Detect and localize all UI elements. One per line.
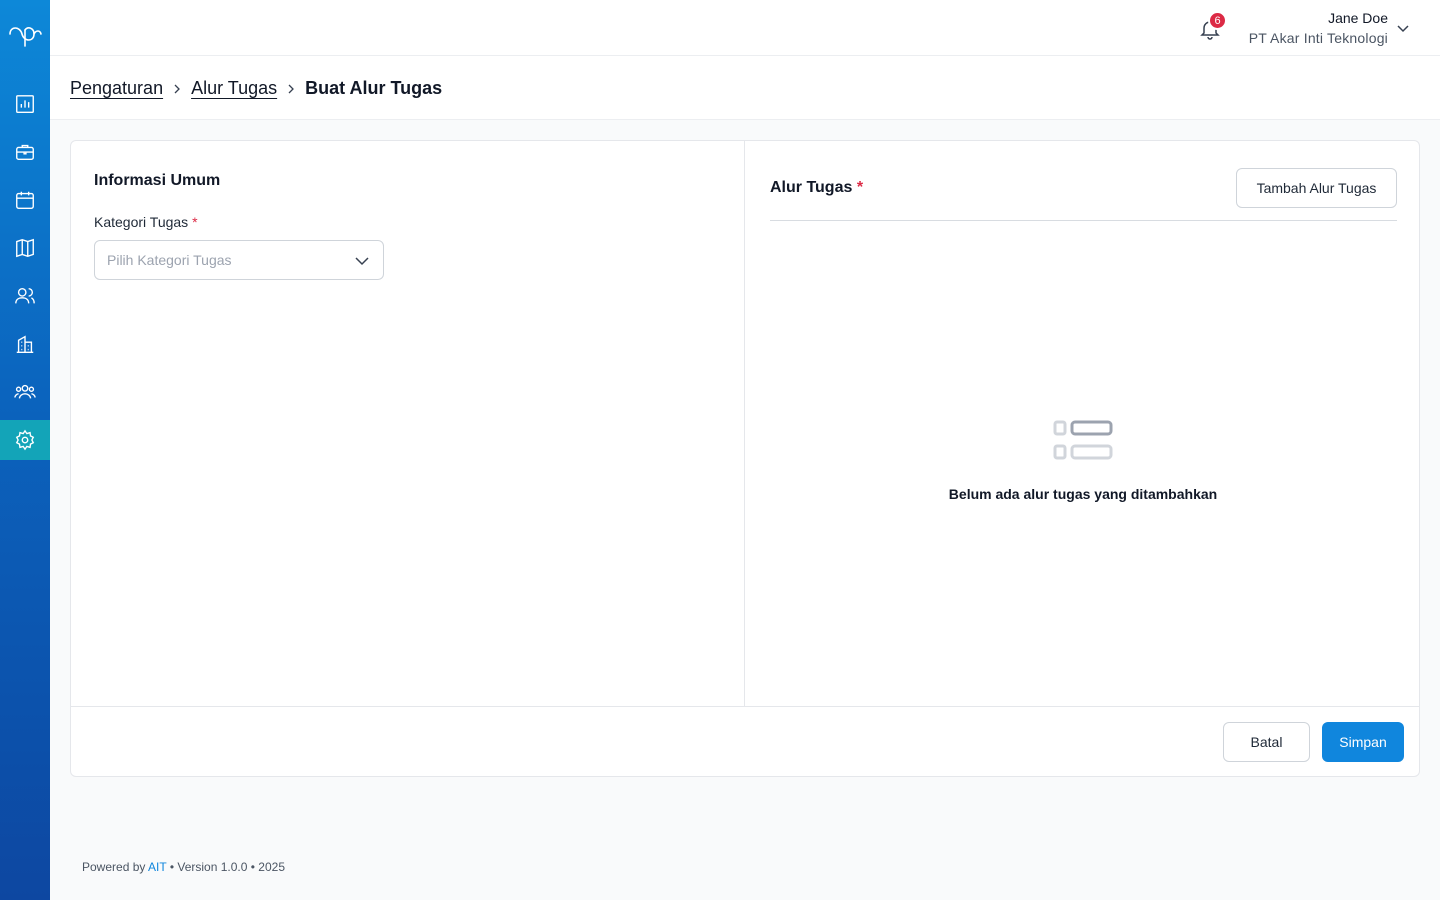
sidebar-item-map[interactable] [0, 228, 50, 268]
chart-icon [16, 95, 34, 113]
user-name: Jane Doe [1328, 10, 1388, 26]
page-footer: Powered by AIT • Version 1.0.0 • 2025 [82, 860, 285, 874]
save-button[interactable]: Simpan [1322, 722, 1404, 762]
chevron-down-icon[interactable] [1395, 20, 1411, 36]
workflow-section: Alur Tugas * Tambah Alur Tugas Belum ada… [746, 141, 1420, 706]
version-text: • Version 1.0.0 • 2025 [169, 860, 285, 874]
map-icon [16, 238, 34, 258]
empty-list-icon [1053, 420, 1113, 460]
app-logo[interactable] [6, 18, 44, 50]
top-header: 6 Jane Doe PT Akar Inti Teknologi [50, 0, 1440, 56]
sidebar-item-users[interactable] [0, 276, 50, 316]
general-info-title: Informasi Umum [94, 172, 221, 189]
required-mark: * [856, 179, 864, 196]
brand-link[interactable]: AIT [148, 860, 166, 874]
workflow-title: Alur Tugas * [770, 179, 864, 196]
breadcrumb-current: Buat Alur Tugas [305, 78, 443, 98]
calendar-icon [16, 191, 34, 209]
sidebar [0, 0, 50, 900]
breadcrumb-bar: Pengaturan Alur Tugas Buat Alur Tugas [50, 56, 1440, 120]
breadcrumb: Pengaturan Alur Tugas Buat Alur Tugas [70, 78, 442, 99]
user-company: PT Akar Inti Teknologi [1248, 30, 1388, 46]
form-actions: Batal Simpan [71, 706, 1419, 777]
chevron-right-icon [285, 83, 297, 95]
building-icon [16, 335, 34, 353]
briefcase-icon [16, 144, 34, 161]
users-icon [15, 287, 35, 304]
divider [770, 220, 1397, 221]
notification-badge: 6 [1208, 11, 1227, 30]
empty-state-message: Belum ada alur tugas yang ditambahkan [948, 486, 1218, 502]
category-select[interactable]: Pilih Kategori Tugas [94, 240, 384, 280]
sidebar-item-calendar[interactable] [0, 180, 50, 220]
chevron-down-icon [355, 257, 369, 266]
sidebar-item-jobs[interactable] [0, 132, 50, 172]
category-label: Kategori Tugas * [94, 214, 198, 230]
sidebar-item-settings[interactable] [0, 420, 50, 460]
sidebar-item-dashboard[interactable] [0, 84, 50, 124]
chevron-right-icon [171, 83, 183, 95]
settings-icon [15, 429, 35, 451]
general-info-section: Informasi Umum Kategori Tugas * Pilih Ka… [71, 141, 745, 706]
breadcrumb-link-alur-tugas[interactable]: Alur Tugas [191, 78, 277, 99]
team-icon [14, 384, 36, 399]
category-select-placeholder: Pilih Kategori Tugas [107, 252, 232, 268]
sidebar-item-buildings[interactable] [0, 324, 50, 364]
required-mark: * [192, 214, 198, 230]
add-workflow-button[interactable]: Tambah Alur Tugas [1236, 168, 1397, 208]
powered-by-text: Powered by [82, 860, 146, 874]
cancel-button[interactable]: Batal [1223, 722, 1310, 762]
user-menu[interactable]: Jane Doe PT Akar Inti Teknologi [1249, 9, 1388, 49]
form-card: Informasi Umum Kategori Tugas * Pilih Ka… [70, 140, 1420, 777]
sidebar-item-teams[interactable] [0, 372, 50, 412]
breadcrumb-link-pengaturan[interactable]: Pengaturan [70, 78, 163, 99]
